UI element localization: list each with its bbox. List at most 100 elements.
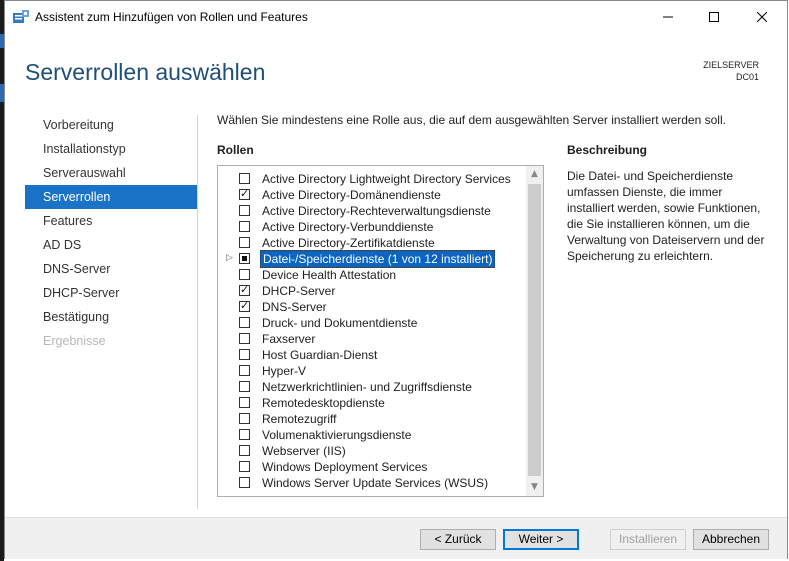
role-checkbox[interactable]: [239, 299, 250, 312]
role-checkbox[interactable]: [239, 221, 250, 232]
role-row[interactable]: Webserver (IIS): [218, 443, 528, 459]
title-bar[interactable]: Assistent zum Hinzufügen von Rollen und …: [5, 1, 787, 33]
role-label[interactable]: Device Health Attestation: [260, 267, 398, 283]
role-label[interactable]: Druck- und Dokumentdienste: [260, 315, 419, 331]
wizard-footer: < Zurück Weiter > Installieren Abbrechen: [5, 517, 787, 559]
role-row[interactable]: Host Guardian-Dienst: [218, 347, 528, 363]
role-row[interactable]: Active Directory-Domänendienste: [218, 187, 528, 203]
role-label[interactable]: DNS-Server: [260, 299, 329, 315]
window-title: Assistent zum Hinzufügen von Rollen und …: [35, 10, 308, 24]
nav-item-vorbereitung[interactable]: Vorbereitung: [25, 113, 197, 137]
description-heading: Beschreibung: [567, 143, 648, 157]
role-row[interactable]: Netzwerkrichtlinien- und Zugriffsdienste: [218, 379, 528, 395]
role-row[interactable]: Active Directory-Zertifikatdienste: [218, 235, 528, 251]
nav-divider: [197, 115, 198, 509]
role-checkbox[interactable]: [239, 205, 250, 216]
role-label[interactable]: Active Directory-Domänendienste: [260, 187, 443, 203]
role-label[interactable]: Volumenaktivierungsdienste: [260, 427, 413, 443]
minimize-icon: [663, 16, 673, 18]
role-row[interactable]: Remotedesktopdienste: [218, 395, 528, 411]
role-checkbox[interactable]: [239, 397, 250, 408]
role-checkbox[interactable]: [239, 269, 250, 280]
role-label[interactable]: Netzwerkrichtlinien- und Zugriffsdienste: [260, 379, 474, 395]
role-label[interactable]: Host Guardian-Dienst: [260, 347, 379, 363]
nav-item-bestaetigung[interactable]: Bestätigung: [25, 305, 197, 329]
role-checkbox[interactable]: [239, 237, 250, 248]
nav-item-dhcp-server[interactable]: DHCP-Server: [25, 281, 197, 305]
target-server-label: ZIELSERVER: [703, 60, 759, 70]
role-row[interactable]: Druck- und Dokumentdienste: [218, 315, 528, 331]
instruction-text: Wählen Sie mindestens eine Rolle aus, di…: [217, 113, 726, 127]
role-row[interactable]: Device Health Attestation: [218, 267, 528, 283]
role-checkbox[interactable]: [239, 283, 250, 296]
target-server-name: DC01: [735, 72, 759, 82]
role-row[interactable]: Active Directory Lightweight Directory S…: [218, 171, 528, 187]
role-label[interactable]: Remotezugriff: [260, 411, 338, 427]
roles-scrollbar[interactable]: ▲ ▼: [526, 166, 543, 496]
role-label[interactable]: Datei-/Speicherdienste (1 von 12 install…: [260, 250, 496, 268]
nav-item-ad-ds[interactable]: AD DS: [25, 233, 197, 257]
scroll-up-icon[interactable]: ▲: [526, 166, 543, 183]
close-button[interactable]: [739, 1, 785, 33]
role-label[interactable]: Windows Server Update Services (WSUS): [260, 475, 490, 491]
role-label[interactable]: Active Directory-Rechteverwaltungsdienst…: [260, 203, 493, 219]
nav-item-installationstyp[interactable]: Installationstyp: [25, 137, 197, 161]
role-checkbox[interactable]: [239, 187, 250, 200]
scroll-down-icon[interactable]: ▼: [526, 479, 543, 496]
role-checkbox[interactable]: [239, 349, 250, 360]
page-title: Serverrollen auswählen: [25, 59, 266, 85]
role-label[interactable]: Faxserver: [260, 331, 317, 347]
role-row[interactable]: Windows Server Update Services (WSUS): [218, 475, 528, 491]
role-row[interactable]: Windows Deployment Services: [218, 459, 528, 475]
nav-item-serverauswahl[interactable]: Serverauswahl: [25, 161, 197, 185]
target-server-info: ZIELSERVER DC01: [703, 59, 759, 83]
role-label[interactable]: Windows Deployment Services: [260, 459, 429, 475]
role-label[interactable]: Hyper-V: [260, 363, 308, 379]
role-checkbox[interactable]: [239, 333, 250, 344]
role-label[interactable]: Remotedesktopdienste: [260, 395, 387, 411]
role-row[interactable]: ▷ Datei-/Speicherdienste (1 von 12 instal…: [218, 250, 528, 268]
nav-item-serverrollen[interactable]: Serverrollen: [25, 185, 197, 209]
role-label[interactable]: DHCP-Server: [260, 283, 337, 299]
role-label[interactable]: Active Directory-Zertifikatdienste: [260, 235, 437, 251]
role-row[interactable]: Hyper-V: [218, 363, 528, 379]
role-checkbox[interactable]: [239, 413, 250, 424]
nav-item-dns-server[interactable]: DNS-Server: [25, 257, 197, 281]
role-checkbox[interactable]: [239, 445, 250, 456]
minimize-button[interactable]: [645, 1, 691, 33]
role-checkbox[interactable]: [239, 429, 250, 440]
role-label[interactable]: Webserver (IIS): [260, 443, 348, 459]
role-row[interactable]: Volumenaktivierungsdienste: [218, 427, 528, 443]
role-row[interactable]: DHCP-Server: [218, 283, 528, 299]
role-checkbox[interactable]: [239, 365, 250, 376]
nav-item-ergebnisse: Ergebnisse: [43, 334, 106, 348]
cancel-button[interactable]: Abbrechen: [693, 529, 769, 550]
server-manager-icon: [13, 10, 29, 23]
roles-listbox[interactable]: Windows Server Update Services (WSUS) Win…: [217, 165, 544, 497]
role-checkbox[interactable]: [239, 173, 250, 184]
wizard-window: Assistent zum Hinzufügen von Rollen und …: [4, 0, 788, 559]
role-row[interactable]: Faxserver: [218, 331, 528, 347]
roles-heading: Rollen: [217, 143, 254, 157]
wizard-nav: Vorbereitung Installationstyp Serverausw…: [25, 113, 197, 353]
install-button: Installieren: [610, 529, 686, 550]
back-button[interactable]: < Zurück: [420, 529, 496, 550]
role-checkbox[interactable]: [239, 253, 250, 264]
description-text: Die Datei- und Speicherdienste umfassen …: [567, 169, 765, 263]
role-row[interactable]: DNS-Server: [218, 299, 528, 315]
next-button[interactable]: Weiter >: [503, 529, 579, 550]
role-label[interactable]: Active Directory-Verbunddienste: [260, 219, 435, 235]
role-checkbox[interactable]: [239, 477, 250, 488]
role-label[interactable]: Active Directory Lightweight Directory S…: [260, 171, 513, 187]
maximize-button[interactable]: [691, 1, 737, 33]
nav-item-features[interactable]: Features: [25, 209, 197, 233]
role-checkbox[interactable]: [239, 381, 250, 392]
role-row[interactable]: Active Directory-Rechteverwaltungsdienst…: [218, 203, 528, 219]
role-row[interactable]: Active Directory-Verbunddienste: [218, 219, 528, 235]
maximize-icon: [709, 12, 719, 22]
role-row[interactable]: Remotezugriff: [218, 411, 528, 427]
role-checkbox[interactable]: [239, 317, 250, 328]
scroll-thumb[interactable]: [528, 184, 541, 476]
role-checkbox[interactable]: [239, 461, 250, 472]
expand-arrow-icon[interactable]: ▷: [226, 253, 233, 263]
